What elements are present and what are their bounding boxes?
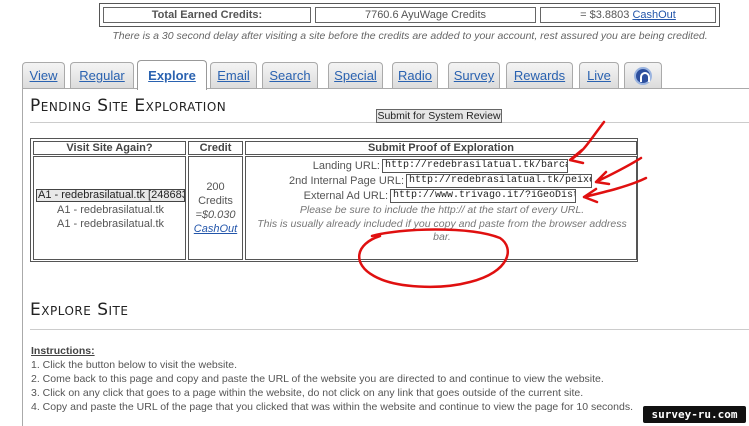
tab-radio[interactable]: Radio — [392, 62, 438, 88]
visit-option[interactable]: A1 - redebrasilatual.tk — [34, 218, 187, 230]
visit-option-selected[interactable]: A1 - redebrasilatual.tk [248683] — [36, 189, 185, 202]
tab-email[interactable]: Email — [210, 62, 257, 88]
proof-cell: Landing URL: http://redebrasilatual.tk/b… — [245, 156, 637, 260]
http-note: Please be sure to include the http:// at… — [299, 204, 585, 216]
tab-search[interactable]: Search — [262, 62, 318, 88]
visit-site-list[interactable]: A1 - redebrasilatual.tk [248683] A1 - re… — [33, 156, 186, 260]
cashout-link[interactable]: CashOut — [632, 9, 675, 21]
exploration-table: Visit Site Again? Credit Submit Proof of… — [30, 138, 638, 262]
header-proof: Submit Proof of Exploration — [245, 141, 637, 155]
internal-url-label: 2nd Internal Page URL: — [289, 175, 404, 187]
header-visit: Visit Site Again? — [33, 141, 186, 155]
credit-cell: 200 Credits =$0.030 CashOut — [188, 156, 243, 260]
internal-url-input[interactable]: http://redebrasilatual.tk/peixe-na-folha — [406, 174, 592, 188]
faq-icon — [634, 66, 652, 85]
credit-cashout-link[interactable]: CashOut — [189, 223, 242, 235]
tab-special[interactable]: Special — [328, 62, 383, 88]
tab-explore[interactable]: Explore — [137, 60, 207, 90]
visit-option[interactable]: A1 - redebrasilatual.tk — [34, 204, 187, 216]
credits-summary: Total Earned Credits: 7760.6 AyuWage Cre… — [99, 3, 720, 27]
instructions-title: Instructions: — [31, 345, 95, 357]
external-url-label: External Ad URL: — [303, 190, 388, 202]
pending-title: Pending Site Exploration — [30, 96, 227, 116]
credit-value: =$0.030 — [195, 209, 236, 221]
landing-url-row: Landing URL: http://redebrasilatual.tk/b… — [246, 159, 636, 173]
external-url-row: External Ad URL: http://www.trivago.it/?… — [246, 189, 636, 203]
instruction-step: 4. Copy and paste the URL of the page th… — [31, 401, 633, 413]
tab-live[interactable]: Live — [579, 62, 619, 88]
credits-cash-value: = $3.8803 — [580, 9, 633, 21]
external-url-input[interactable]: http://www.trivago.it/?iGeoDistanceItem — [390, 189, 576, 203]
instruction-step: 3. Click on any click that goes to a pag… — [31, 387, 584, 399]
tab-faq[interactable] — [624, 62, 662, 88]
tab-regular[interactable]: Regular — [70, 62, 134, 88]
copy-paste-note: This is usually already included if you … — [257, 218, 627, 243]
credits-amount: 7760.6 AyuWage Credits — [315, 7, 536, 23]
credits-cash: = $3.8803 CashOut — [540, 7, 716, 23]
tab-survey[interactable]: Survey — [448, 62, 500, 88]
delay-note: There is a 30 second delay after visitin… — [112, 30, 708, 42]
submit-review-button[interactable]: Submit for System Review — [376, 109, 502, 123]
instruction-step: 2. Come back to this page and copy and p… — [31, 373, 604, 385]
watermark: survey-ru.com — [643, 406, 746, 423]
divider — [30, 329, 749, 330]
credits-label: Total Earned Credits: — [103, 7, 311, 23]
tab-view[interactable]: View — [22, 62, 65, 88]
header-credit: Credit — [188, 141, 243, 155]
internal-url-row: 2nd Internal Page URL: http://redebrasil… — [246, 174, 636, 188]
tab-rewards[interactable]: Rewards — [506, 62, 573, 88]
credit-amount: 200 — [206, 181, 225, 193]
credit-unit: Credits — [198, 195, 233, 207]
explore-title: Explore Site — [30, 300, 129, 320]
instruction-step: 1. Click the button below to visit the w… — [31, 359, 238, 371]
landing-url-input[interactable]: http://redebrasilatual.tk/barca-de-berim — [382, 159, 568, 173]
landing-url-label: Landing URL: — [312, 160, 380, 172]
